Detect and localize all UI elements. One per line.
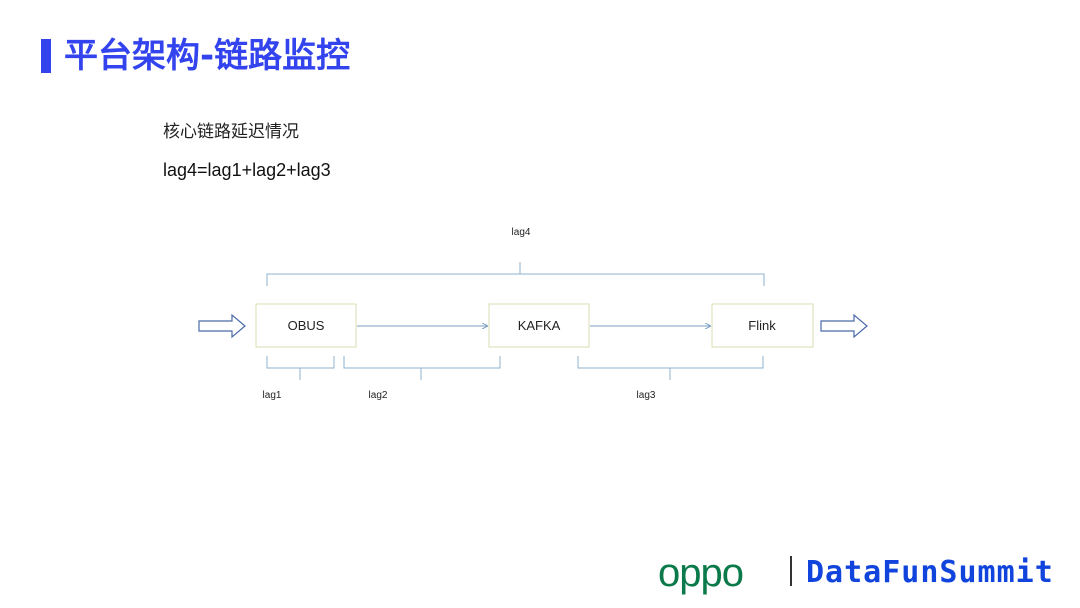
- lag4-label: lag4: [512, 227, 531, 238]
- lag3-label: lag3: [637, 390, 656, 401]
- footer-separator: [790, 556, 792, 586]
- output-arrow-icon: [820, 313, 868, 339]
- datafunsummit-logo: DataFunSummit: [806, 555, 1054, 590]
- node-obus: OBUS: [255, 303, 357, 348]
- node-kafka-label: KAFKA: [518, 318, 561, 333]
- lag2-bracket: [343, 356, 501, 380]
- lag1-bracket: [266, 356, 335, 380]
- oppo-logo: oppo: [658, 551, 744, 595]
- lag4-bracket: [266, 262, 765, 286]
- node-obus-label: OBUS: [288, 318, 325, 333]
- lag3-bracket: [577, 356, 764, 380]
- node-flink: Flink: [711, 303, 814, 348]
- lag1-label: lag1: [263, 390, 282, 401]
- pipeline-diagram: lag4 OBUS KAFKA Flink lag1 lag2 lag3: [198, 227, 868, 401]
- input-arrow-icon: [198, 313, 246, 339]
- lag2-label: lag2: [369, 390, 388, 401]
- node-kafka: KAFKA: [488, 303, 590, 348]
- node-flink-label: Flink: [748, 318, 776, 333]
